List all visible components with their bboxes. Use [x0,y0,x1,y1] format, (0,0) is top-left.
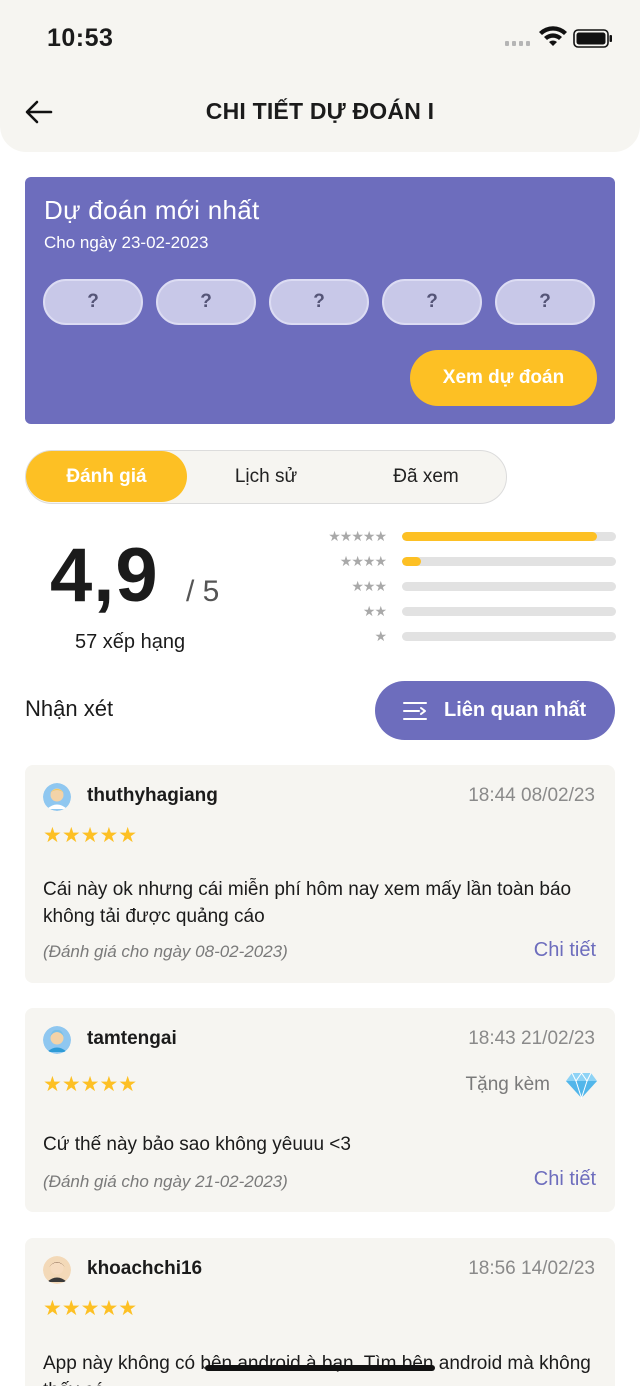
tab-reviews[interactable]: Đánh giá [26,451,187,502]
header-bar: 10:53 CHI TIẾT DỰ ĐOÁN I [0,0,640,152]
distribution-bar [402,632,616,641]
signal-icon [505,41,530,46]
distribution-row: ★★★★ [310,553,616,569]
avatar [43,1256,71,1284]
review-time: 18:44 08/02/23 [468,785,595,806]
distribution-stars: ★★★★★ [328,528,387,544]
distribution-bar [402,557,616,566]
distribution-stars: ★★ [362,603,387,619]
sort-lines-icon [403,701,427,720]
status-time: 10:53 [47,24,114,52]
distribution-row: ★★★ [310,578,616,594]
distribution-fill [402,532,597,541]
rating-count: 57 xếp hạng [75,631,186,653]
review-stars: ★★★★★ [43,1297,138,1320]
review-card: khoachchi16 18:56 14/02/23 ★★★★★ App này… [25,1238,615,1386]
sort-button[interactable]: Liên quan nhất [375,681,615,740]
diamond-icon [566,1072,597,1099]
prediction-date: Cho ngày 23-02-2023 [44,233,209,252]
prediction-slot[interactable]: ? [382,279,482,325]
wifi-icon [539,26,567,46]
prediction-slots: ? ? ? ? ? [43,279,595,325]
distribution-row: ★★ [310,603,616,619]
avatar [43,1026,71,1054]
battery-icon [573,29,612,48]
rating-max: / 5 [186,575,220,608]
page-title: CHI TIẾT DỰ ĐOÁN I [205,98,435,124]
distribution-stars: ★ [374,628,387,644]
latest-prediction-card: Dự đoán mới nhất Cho ngày 23-02-2023 ? ?… [25,177,615,424]
home-indicator [205,1365,435,1371]
sort-label: Liên quan nhất [444,699,587,721]
review-for-date: (Đánh giá cho ngày 08-02-2023) [43,942,288,961]
distribution-fill [402,557,422,566]
distribution-stars: ★★★★ [339,553,387,569]
gift-label: Tặng kèm [465,1074,550,1095]
view-prediction-button[interactable]: Xem dự đoán [410,350,597,406]
review-detail-link[interactable]: Chi tiết [534,1168,596,1191]
prediction-slot[interactable]: ? [156,279,256,325]
review-for-date: (Đánh giá cho ngày 21-02-2023) [43,1172,288,1191]
prediction-slot[interactable]: ? [495,279,595,325]
review-card: tamtengai 18:43 21/02/23 ★★★★★ Tặng kèm … [25,1008,615,1212]
prediction-slot[interactable]: ? [43,279,143,325]
avatar [43,783,71,811]
review-card: thuthyhagiang 18:44 08/02/23 ★★★★★ Cái n… [25,765,615,983]
review-username[interactable]: tamtengai [87,1028,177,1050]
tab-bar: Đánh giá Lịch sử Đã xem [25,450,507,504]
review-username[interactable]: khoachchi16 [87,1258,202,1280]
review-time: 18:43 21/02/23 [468,1028,595,1049]
prediction-title: Dự đoán mới nhất [44,195,260,225]
distribution-bar [402,582,616,591]
rating-score: 4,9 [50,533,159,618]
review-detail-link[interactable]: Chi tiết [534,939,596,962]
distribution-bar [402,532,616,541]
review-username[interactable]: thuthyhagiang [87,785,218,807]
distribution-row: ★★★★★ [310,528,616,544]
distribution-bar [402,607,616,616]
review-time: 18:56 14/02/23 [468,1258,595,1279]
review-stars: ★★★★★ [43,1073,138,1096]
review-stars: ★★★★★ [43,824,138,847]
tab-history[interactable]: Lịch sử [187,451,345,502]
distribution-stars: ★★★ [351,578,387,594]
review-text: Cái này ok nhưng cái miễn phí hôm nay xe… [43,879,572,927]
review-text: Cứ thế này bảo sao không yêuuu <3 [43,1134,351,1155]
distribution-row: ★ [310,628,616,644]
reviews-heading: Nhận xét [25,696,114,721]
tab-viewed[interactable]: Đã xem [345,451,507,502]
prediction-slot[interactable]: ? [269,279,369,325]
